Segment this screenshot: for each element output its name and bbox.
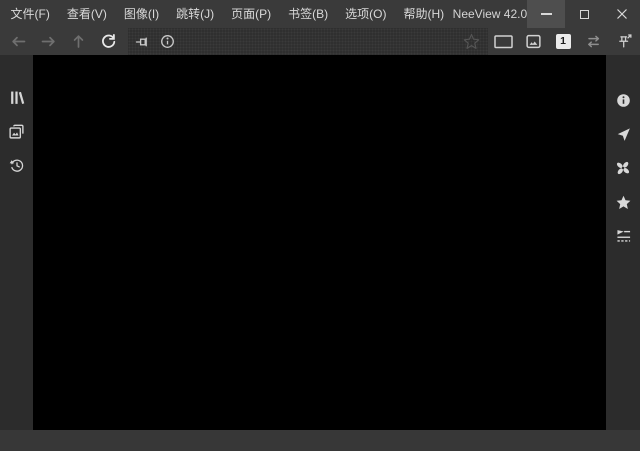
close-icon xyxy=(616,8,628,20)
history-icon xyxy=(8,157,25,174)
navigator-icon xyxy=(615,126,632,143)
playlist-panel-button[interactable] xyxy=(607,219,640,253)
window-controls xyxy=(527,0,640,28)
menu-view[interactable]: 查看(V) xyxy=(58,0,115,28)
back-arrow-icon xyxy=(10,33,27,50)
page-mode-single-button[interactable]: 1 xyxy=(548,28,578,55)
page-list-panel-button[interactable] xyxy=(0,114,33,148)
minimize-icon xyxy=(541,13,552,15)
main-area xyxy=(0,55,640,430)
left-panel-bar xyxy=(0,55,33,430)
bookshelf-panel-button[interactable] xyxy=(0,80,33,114)
right-panel-bar xyxy=(606,55,640,430)
panel-pin-button[interactable] xyxy=(608,28,640,55)
bookshelf-icon xyxy=(8,89,25,106)
up-arrow-icon xyxy=(70,33,87,50)
refresh-button[interactable] xyxy=(93,28,123,55)
swap-pages-button[interactable] xyxy=(578,28,608,55)
window-frame-button[interactable] xyxy=(488,28,518,55)
menu-bookmark[interactable]: 书签(B) xyxy=(280,0,337,28)
minimize-button[interactable] xyxy=(527,0,565,28)
history-panel-button[interactable] xyxy=(0,148,33,182)
menu-file[interactable]: 文件(F) xyxy=(2,0,58,28)
image-view-button[interactable] xyxy=(518,28,548,55)
playlist-icon xyxy=(615,228,632,245)
swap-arrows-icon xyxy=(585,33,602,50)
menu-help[interactable]: 帮助(H) xyxy=(395,0,453,28)
menu-jump[interactable]: 跳转(J) xyxy=(168,0,223,28)
effect-fan-icon xyxy=(614,159,632,177)
navigator-panel-button[interactable] xyxy=(607,117,640,151)
maximize-button[interactable] xyxy=(565,0,603,28)
menubar: 文件(F) 查看(V) 图像(I) 跳转(J) 页面(P) 书签(B) 选项(O… xyxy=(0,0,453,28)
menu-image[interactable]: 图像(I) xyxy=(115,0,167,28)
menu-option[interactable]: 选项(O) xyxy=(337,0,395,28)
toolbar: 1 xyxy=(0,28,640,55)
neeview-window: 文件(F) 查看(V) 图像(I) 跳转(J) 页面(P) 书签(B) 选项(O… xyxy=(0,0,640,451)
close-button[interactable] xyxy=(603,0,640,28)
window-frame-icon xyxy=(493,32,514,51)
image-thumbnail-icon xyxy=(525,33,542,50)
bookmark-panel-button[interactable] xyxy=(607,185,640,219)
refresh-icon xyxy=(100,33,117,50)
effect-panel-button[interactable] xyxy=(607,151,640,185)
information-icon xyxy=(615,92,632,109)
window-title: NeeView 42.0 xyxy=(453,0,528,28)
address-bar[interactable] xyxy=(128,28,488,55)
status-bar xyxy=(0,430,640,451)
pin-icon[interactable] xyxy=(135,34,151,50)
information-panel-button[interactable] xyxy=(607,83,640,117)
back-button[interactable] xyxy=(3,28,33,55)
forward-arrow-icon xyxy=(40,33,57,50)
forward-button[interactable] xyxy=(33,28,63,55)
bookmark-star-icon[interactable] xyxy=(462,32,481,51)
page-mode-single-icon: 1 xyxy=(556,34,571,49)
panel-pin-icon xyxy=(616,33,633,50)
titlebar: 文件(F) 查看(V) 图像(I) 跳转(J) 页面(P) 书签(B) 选项(O… xyxy=(0,0,640,28)
maximize-icon xyxy=(580,10,589,19)
info-icon[interactable] xyxy=(159,33,176,50)
up-button[interactable] xyxy=(63,28,93,55)
page-list-icon xyxy=(8,123,25,140)
menu-page[interactable]: 页面(P) xyxy=(223,0,280,28)
bookmark-star-filled-icon xyxy=(615,194,632,211)
image-canvas[interactable] xyxy=(33,55,606,430)
